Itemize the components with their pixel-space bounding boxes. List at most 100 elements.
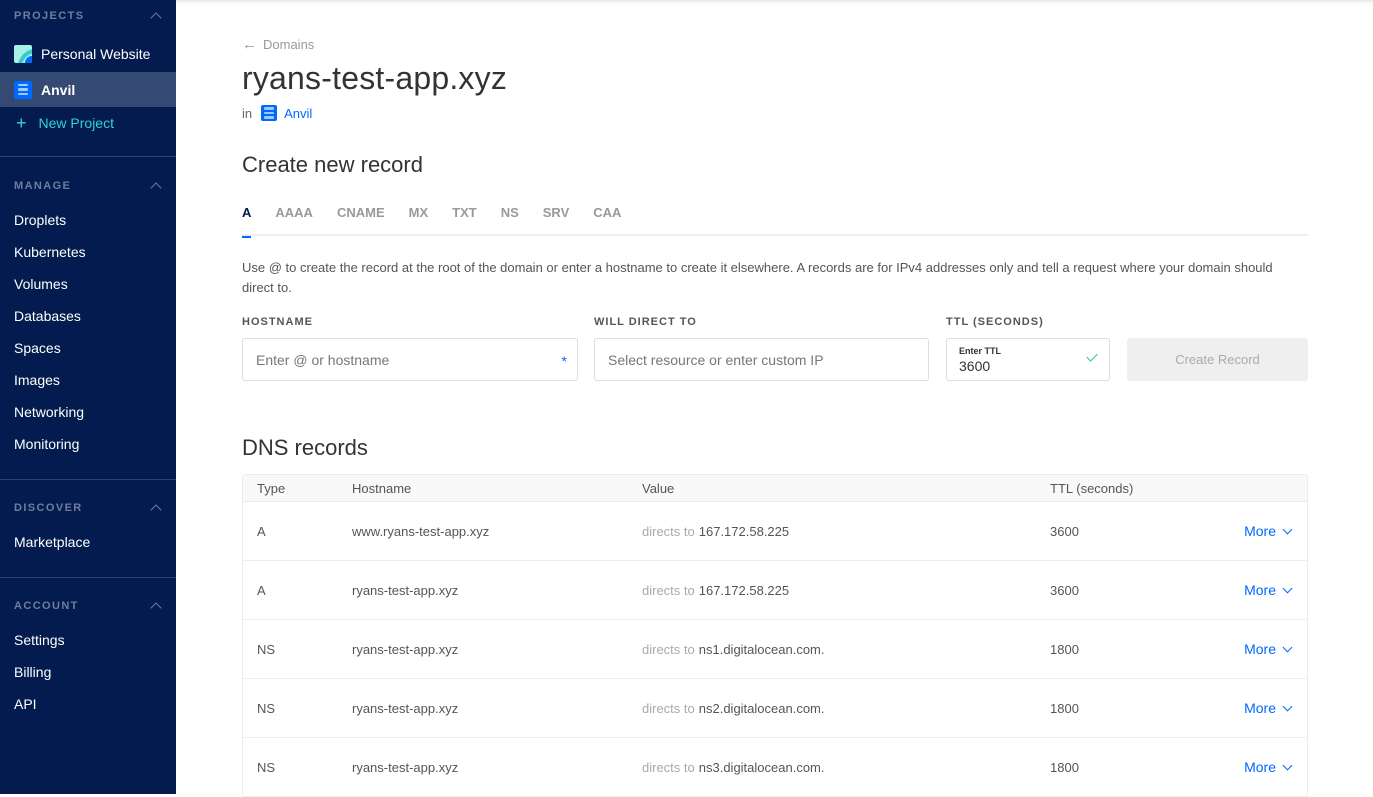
account-heading: ACCOUNT (14, 600, 79, 612)
record-ttl: 1800 (1050, 759, 1079, 775)
will-direct-to-input[interactable]: Select resource or enter custom IP (594, 338, 929, 381)
tab-ns[interactable]: NS (501, 203, 519, 236)
projects-section-header[interactable]: PROJECTS (14, 10, 162, 24)
more-dropdown-button[interactable]: More (1244, 502, 1293, 560)
discover-section-header[interactable]: DISCOVER (14, 502, 162, 516)
ttl-value: 3600 (959, 357, 991, 374)
back-to-domains-link[interactable]: ← Domains (242, 36, 314, 53)
hostname-label: HOSTNAME (242, 316, 313, 328)
in-label: in (242, 105, 253, 121)
more-dropdown-button[interactable]: More (1244, 620, 1293, 678)
record-value: directs to ns2.digitalocean.com. (642, 679, 825, 737)
record-ttl: 3600 (1050, 582, 1079, 598)
record-value-text: ns2.digitalocean.com. (698, 700, 825, 716)
record-ttl: 1800 (1050, 641, 1079, 657)
project-link[interactable]: Anvil (284, 106, 312, 121)
manage-heading: MANAGE (14, 180, 72, 192)
project-personal-website[interactable]: Personal Website (0, 36, 176, 71)
column-value: Value (642, 480, 675, 496)
chevron-up-icon[interactable] (150, 504, 162, 516)
record-value-text: ns1.digitalocean.com. (698, 641, 825, 657)
project-label: Anvil (41, 81, 76, 98)
record-value-text: 167.172.58.225 (698, 523, 790, 539)
tab-aaaa[interactable]: AAAA (275, 203, 313, 236)
more-label: More (1244, 523, 1276, 539)
sidebar-item-images[interactable]: Images (14, 372, 60, 388)
main-content: ← Domains ryans-test-app.xyz in Anvil Cr… (176, 0, 1373, 797)
record-hostname: ryans-test-app.xyz (352, 582, 459, 598)
sidebar-item-settings[interactable]: Settings (14, 632, 65, 648)
project-label: Personal Website (41, 45, 151, 62)
column-ttl: TTL (seconds) (1050, 480, 1134, 496)
sidebar-item-marketplace[interactable]: Marketplace (14, 534, 90, 550)
record-value: directs to ns3.digitalocean.com. (642, 738, 825, 796)
record-hostname: ryans-test-app.xyz (352, 759, 459, 775)
directs-to-prefix: directs to (642, 641, 695, 657)
record-value-text: 167.172.58.225 (698, 582, 790, 598)
sidebar-item-networking[interactable]: Networking (14, 404, 84, 420)
chevron-down-icon (1282, 701, 1293, 711)
top-bar-shadow (176, 0, 1373, 2)
more-label: More (1244, 700, 1276, 716)
ttl-label: TTL (SECONDS) (946, 316, 1044, 328)
more-dropdown-button[interactable]: More (1244, 561, 1293, 619)
chevron-down-icon (1282, 524, 1293, 534)
tab-srv[interactable]: SRV (543, 203, 570, 236)
required-asterisk-icon: * (561, 353, 567, 369)
ttl-input[interactable]: Enter TTL 3600 (946, 338, 1110, 381)
sidebar-item-api[interactable]: API (14, 696, 37, 712)
more-dropdown-button[interactable]: More (1244, 738, 1293, 796)
record-value: directs to 167.172.58.225 (642, 561, 789, 619)
record-value: directs to ns1.digitalocean.com. (642, 620, 825, 678)
hostname-input[interactable]: Enter @ or hostname * (242, 338, 578, 381)
sidebar-item-kubernetes[interactable]: Kubernetes (14, 244, 86, 260)
record-ttl: 3600 (1050, 523, 1079, 539)
table-row: NS ryans-test-app.xyz directs to ns1.dig… (243, 620, 1307, 679)
anvil-project-icon (261, 105, 278, 121)
chevron-down-icon (1282, 583, 1293, 593)
sidebar-item-databases[interactable]: Databases (14, 308, 81, 324)
sidebar-item-droplets[interactable]: Droplets (14, 212, 66, 228)
tab-mx[interactable]: MX (409, 203, 429, 236)
personal-website-project-icon (14, 44, 32, 63)
tab-caa[interactable]: CAA (593, 203, 621, 236)
record-value-text: ns3.digitalocean.com. (698, 759, 825, 775)
create-record-heading: Create new record (242, 152, 423, 177)
table-row: NS ryans-test-app.xyz directs to ns3.dig… (243, 738, 1307, 797)
manage-section-header[interactable]: MANAGE (14, 180, 162, 194)
account-section-header[interactable]: ACCOUNT (14, 600, 162, 614)
will-direct-to-placeholder: Select resource or enter custom IP (608, 351, 824, 368)
tab-a[interactable]: A (242, 203, 252, 238)
tab-cname[interactable]: CNAME (337, 203, 385, 236)
record-ttl: 1800 (1050, 700, 1079, 716)
sidebar-item-volumes[interactable]: Volumes (14, 276, 68, 292)
more-label: More (1244, 759, 1276, 775)
table-row: NS ryans-test-app.xyz directs to ns2.dig… (243, 679, 1307, 738)
create-record-button[interactable]: Create Record (1127, 338, 1308, 381)
projects-heading: PROJECTS (14, 10, 85, 22)
record-hostname: www.ryans-test-app.xyz (352, 523, 490, 539)
tab-txt[interactable]: TXT (452, 203, 477, 236)
directs-to-prefix: directs to (642, 582, 695, 598)
sidebar-item-monitoring[interactable]: Monitoring (14, 436, 79, 452)
page-title: ryans-test-app.xyz (242, 60, 508, 96)
divider (0, 577, 176, 578)
divider (0, 479, 176, 480)
sidebar: PROJECTS Personal Website Anvil + New Pr… (0, 0, 176, 794)
chevron-up-icon[interactable] (150, 602, 162, 614)
sidebar-item-billing[interactable]: Billing (14, 664, 51, 680)
sidebar-item-spaces[interactable]: Spaces (14, 340, 61, 356)
record-hostname: ryans-test-app.xyz (352, 641, 459, 657)
record-value: directs to 167.172.58.225 (642, 502, 789, 560)
record-type-tabs: A AAAA CNAME MX TXT NS SRV CAA (242, 203, 1308, 238)
chevron-up-icon[interactable] (150, 182, 162, 194)
directs-to-prefix: directs to (642, 523, 695, 539)
chevron-down-icon (1282, 642, 1293, 652)
new-project-link[interactable]: + New Project (14, 114, 114, 132)
directs-to-prefix: directs to (642, 759, 695, 775)
more-dropdown-button[interactable]: More (1244, 679, 1293, 737)
chevron-up-icon[interactable] (150, 12, 162, 24)
record-type: NS (257, 641, 276, 657)
record-description: Use @ to create the record at the root o… (242, 260, 1273, 295)
project-anvil[interactable]: Anvil (0, 72, 176, 107)
